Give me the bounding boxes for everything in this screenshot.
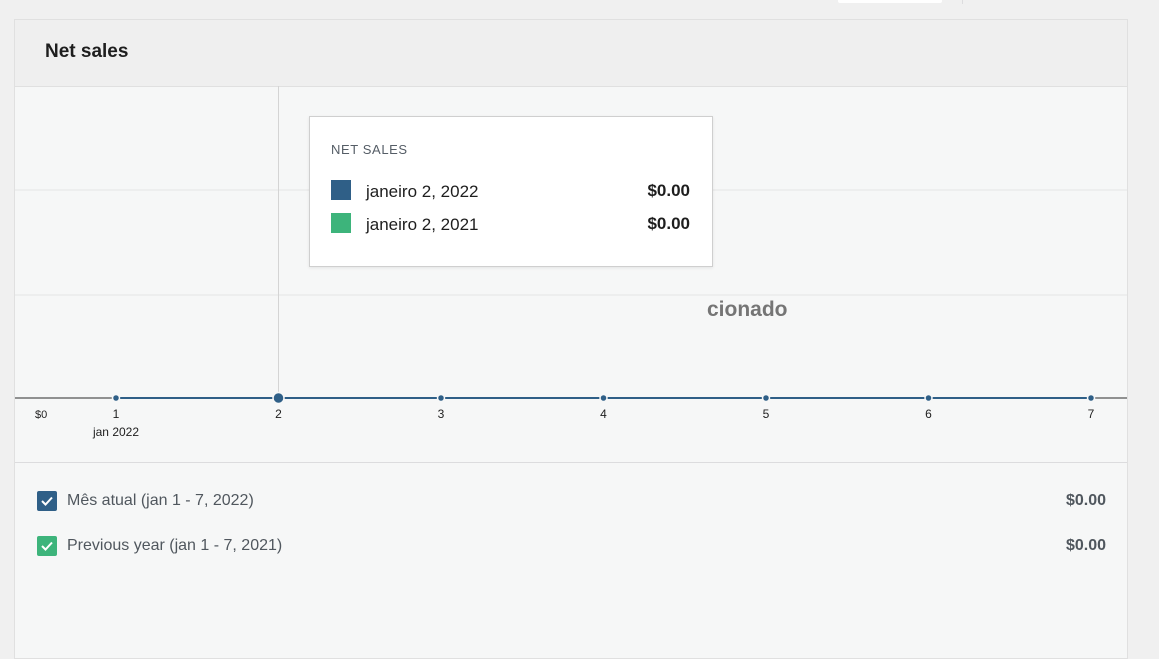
date-range-input-edge[interactable]: [838, 0, 942, 3]
legend-checkbox-current[interactable]: [37, 491, 57, 511]
data-point: [599, 393, 608, 403]
x-axis-month-label: jan 2022: [92, 425, 139, 439]
tooltip-swatch-previous: [331, 213, 351, 233]
y-tick-label: $0: [35, 409, 47, 421]
x-tick-label: 1: [113, 407, 120, 421]
checkmark-icon: [41, 541, 53, 551]
legend-value: $0.00: [1065, 537, 1106, 554]
highlighted-data-point: [272, 391, 285, 405]
card-title: Net sales: [45, 41, 129, 62]
chart-tooltip: NET SALES janeiro 2, 2022 $0.00 janeiro …: [309, 116, 713, 267]
data-point: [1086, 393, 1096, 403]
data-point: [924, 393, 933, 403]
data-point: [111, 393, 121, 403]
tooltip-value: $0.00: [647, 181, 690, 200]
x-tick-label: 5: [763, 407, 770, 421]
tooltip-value: $0.00: [647, 214, 690, 233]
x-tick-label: 2: [275, 407, 282, 421]
toolbar-divider: [962, 0, 963, 4]
x-tick-label: 4: [600, 407, 607, 421]
tooltip-title: NET SALES: [331, 142, 408, 157]
legend-label: Previous year (jan 1 - 7, 2021): [67, 537, 283, 554]
checkmark-icon: [41, 496, 53, 506]
chart-area: $0 1 2 3 4 5 6 7 jan 2022 cionado NET SALES jane…: [15, 86, 1127, 463]
legend-item-current[interactable]: Mês atual (jan 1 - 7, 2022) $0.00: [37, 489, 1106, 513]
card-header: Net sales: [15, 20, 1127, 87]
x-tick-label: 3: [438, 407, 445, 421]
net-sales-card: Net sales $0 1 2 3 4 5 6 7 jan 2022 cionado NET …: [14, 19, 1128, 659]
legend-label: Mês atual (jan 1 - 7, 2022): [67, 492, 254, 509]
tooltip-swatch-current: [331, 180, 351, 200]
legend-item-previous[interactable]: Previous year (jan 1 - 7, 2021) $0.00: [37, 534, 1106, 558]
legend-checkbox-previous[interactable]: [37, 536, 57, 556]
empty-state-message: cionado: [707, 298, 788, 321]
tooltip-row: janeiro 2, 2021 $0.00: [331, 213, 690, 237]
x-tick-label: 6: [925, 407, 932, 421]
legend-value: $0.00: [1065, 492, 1106, 509]
x-tick-label: 7: [1088, 407, 1095, 421]
tooltip-label: janeiro 2, 2021: [366, 215, 479, 234]
tooltip-label: janeiro 2, 2022: [366, 182, 479, 201]
tooltip-row: janeiro 2, 2022 $0.00: [331, 180, 690, 204]
data-point: [761, 393, 771, 403]
data-point: [436, 393, 446, 403]
